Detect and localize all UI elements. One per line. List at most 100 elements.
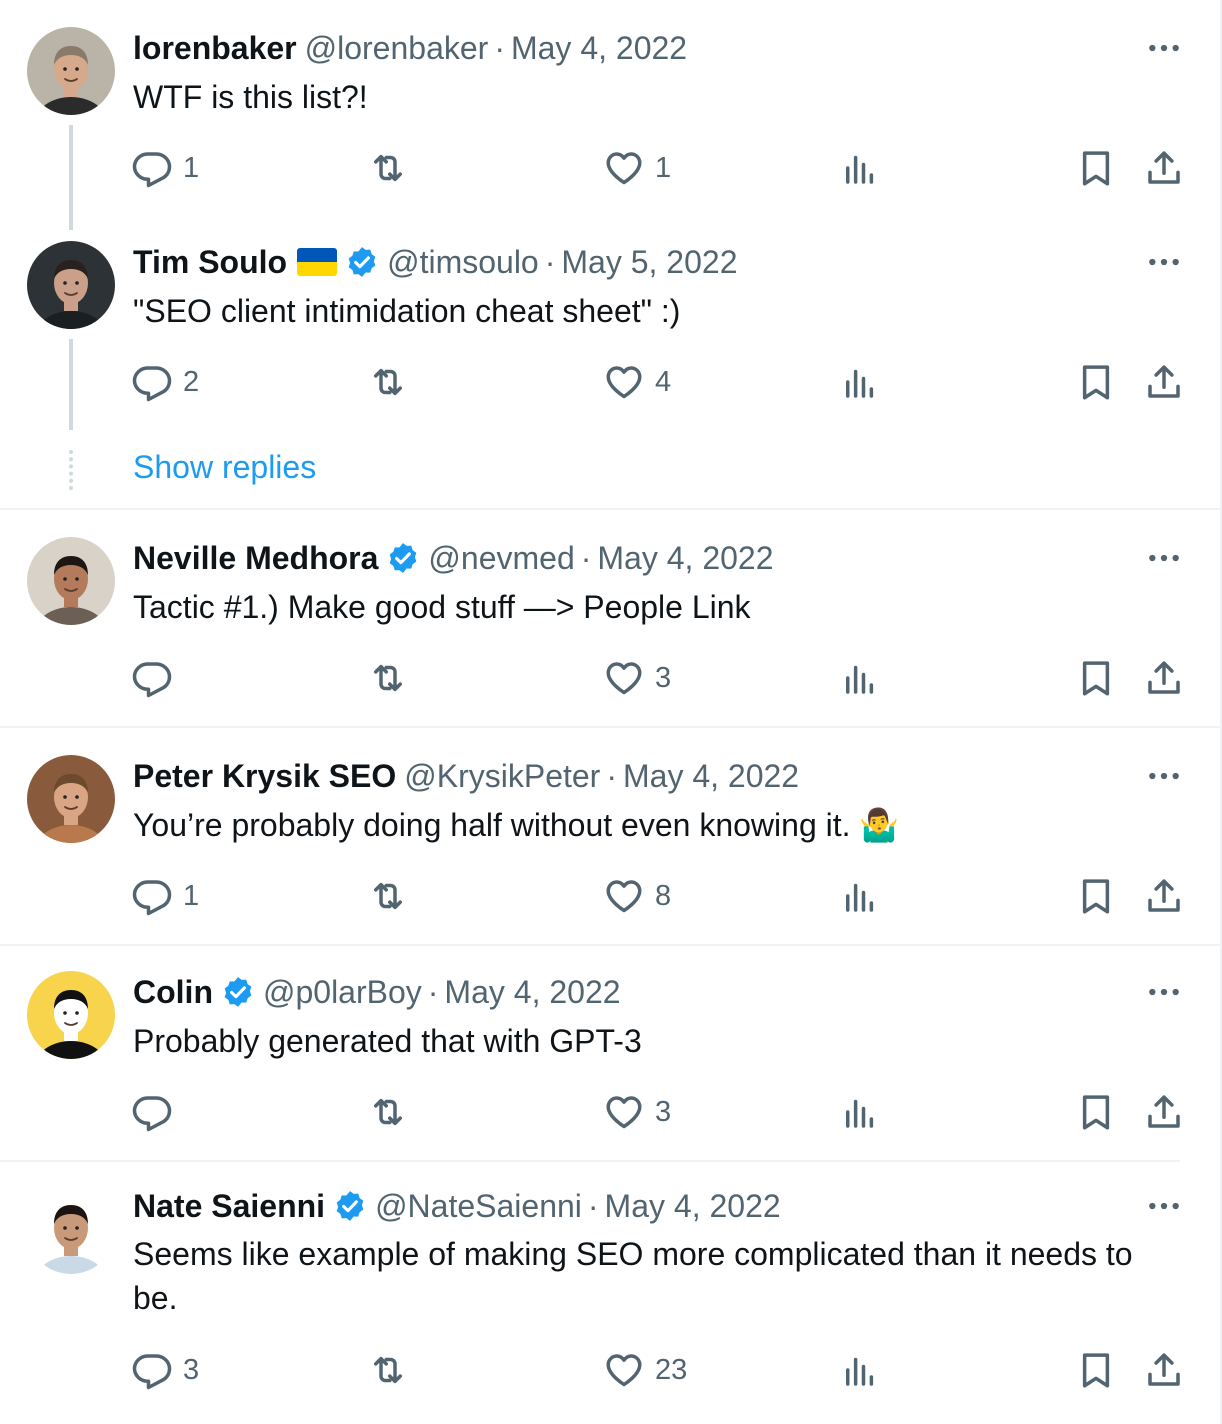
more-icon[interactable] [1140, 752, 1188, 800]
like-button[interactable]: 4 [603, 358, 671, 406]
share-button[interactable] [1143, 358, 1185, 406]
author-handle[interactable]: @NateSaienni [375, 1182, 582, 1230]
views-button[interactable] [839, 872, 881, 920]
reply-icon [131, 657, 173, 699]
author-name[interactable]: lorenbaker [133, 24, 297, 72]
tweet[interactable]: Peter Krysik SEO @KrysikPeter · May 4, 2… [0, 728, 1220, 944]
share-button[interactable] [1143, 144, 1185, 192]
author-name[interactable]: Colin [133, 968, 213, 1016]
tweet-text: Seems like example of making SEO more co… [133, 1236, 1133, 1316]
author-handle[interactable]: @p0larBoy [263, 968, 422, 1016]
reply-button[interactable]: 2 [131, 358, 199, 406]
retweet-button[interactable] [367, 872, 409, 920]
verified-badge-icon[interactable] [333, 1189, 367, 1223]
share-icon [1143, 1349, 1185, 1391]
verified-badge-icon[interactable] [386, 541, 420, 575]
retweet-icon [367, 875, 409, 917]
show-replies-link[interactable]: Show replies [133, 443, 316, 491]
reply-button[interactable]: 3 [131, 1346, 199, 1394]
reply-icon [131, 147, 173, 189]
verified-badge-icon[interactable] [345, 245, 379, 279]
retweet-button[interactable] [367, 358, 409, 406]
author-name[interactable]: Nate Saienni [133, 1182, 325, 1230]
tweet-date[interactable]: May 5, 2022 [561, 238, 737, 286]
reply-icon [131, 1349, 173, 1391]
author-handle[interactable]: @nevmed [428, 534, 574, 582]
bookmark-button[interactable] [1075, 872, 1117, 920]
tweet-date[interactable]: May 4, 2022 [623, 752, 799, 800]
views-button[interactable] [839, 144, 881, 192]
retweet-icon [367, 147, 409, 189]
more-icon[interactable] [1140, 968, 1188, 1016]
avatar[interactable] [27, 971, 115, 1059]
views-button[interactable] [839, 358, 881, 406]
avatar[interactable] [27, 537, 115, 625]
like-button[interactable]: 1 [603, 144, 671, 192]
like-button[interactable]: 23 [603, 1346, 687, 1394]
tweet[interactable]: Neville Medhora @nevmed · May 4, 2022 Ta… [0, 510, 1220, 726]
share-button[interactable] [1143, 1088, 1185, 1136]
bookmark-button[interactable] [1075, 1346, 1117, 1394]
more-icon[interactable] [1140, 1182, 1188, 1230]
retweet-button[interactable] [367, 654, 409, 702]
share-button[interactable] [1143, 872, 1185, 920]
retweet-button[interactable] [367, 1346, 409, 1394]
author-handle[interactable]: @KrysikPeter [404, 752, 600, 800]
reply-button[interactable] [131, 654, 183, 702]
bookmark-icon [1075, 657, 1117, 699]
like-icon [603, 147, 645, 189]
replies-count: 3 [183, 1353, 200, 1386]
likes-count: 1 [655, 151, 672, 184]
share-button[interactable] [1143, 654, 1185, 702]
likes-count: 23 [655, 1353, 688, 1386]
tweet[interactable]: lorenbaker @lorenbaker · May 4, 2022 WTF… [0, 0, 1220, 230]
author-handle[interactable]: @timsoulo [387, 238, 539, 286]
more-icon[interactable] [1140, 24, 1188, 72]
like-button[interactable]: 8 [603, 872, 671, 920]
author-name[interactable]: Tim Soulo [133, 238, 287, 286]
reply-button[interactable]: 1 [131, 872, 199, 920]
tweet-date[interactable]: May 4, 2022 [597, 534, 773, 582]
views-button[interactable] [839, 654, 881, 702]
more-icon[interactable] [1140, 238, 1188, 286]
share-icon [1143, 657, 1185, 699]
bookmark-button[interactable] [1075, 1088, 1117, 1136]
like-icon [603, 875, 645, 917]
tweet[interactable]: Nate Saienni @NateSaienni · May 4, 2022 … [0, 1162, 1220, 1424]
likes-count: 3 [655, 661, 672, 694]
views-button[interactable] [839, 1346, 881, 1394]
reply-button[interactable] [131, 1088, 183, 1136]
avatar[interactable] [27, 1186, 115, 1274]
avatar[interactable] [27, 241, 115, 329]
thread-dotted-connector [69, 450, 73, 490]
tweet[interactable]: Tim Soulo @timsoulo · May 5, 2022 "SEO c… [0, 214, 1220, 508]
bookmark-button[interactable] [1075, 144, 1117, 192]
author-handle[interactable]: @lorenbaker [305, 24, 489, 72]
bookmark-button[interactable] [1075, 654, 1117, 702]
reply-button[interactable]: 1 [131, 144, 199, 192]
replies-count: 2 [183, 365, 200, 398]
tweet-actions: 3 23 [0, 1346, 1220, 1394]
verified-badge-icon[interactable] [221, 975, 255, 1009]
bookmark-button[interactable] [1075, 358, 1117, 406]
retweet-button[interactable] [367, 1088, 409, 1136]
like-button[interactable]: 3 [603, 1088, 671, 1136]
replies-count: 1 [183, 151, 200, 184]
tweet-date[interactable]: May 4, 2022 [605, 1182, 781, 1230]
share-icon [1143, 361, 1185, 403]
avatar[interactable] [27, 27, 115, 115]
bookmark-icon [1075, 875, 1117, 917]
retweet-button[interactable] [367, 144, 409, 192]
share-button[interactable] [1143, 1346, 1185, 1394]
replies-count: 1 [183, 879, 200, 912]
author-name[interactable]: Neville Medhora [133, 534, 378, 582]
like-button[interactable]: 3 [603, 654, 671, 702]
tweet[interactable]: Colin @p0larBoy · May 4, 2022 Probably g… [0, 946, 1220, 1160]
avatar[interactable] [27, 755, 115, 843]
more-icon[interactable] [1140, 534, 1188, 582]
tweet-text: "SEO client intimidation cheat sheet" :) [133, 293, 681, 329]
tweet-date[interactable]: May 4, 2022 [511, 24, 687, 72]
tweet-date[interactable]: May 4, 2022 [444, 968, 620, 1016]
author-name[interactable]: Peter Krysik SEO [133, 752, 396, 800]
views-button[interactable] [839, 1088, 881, 1136]
